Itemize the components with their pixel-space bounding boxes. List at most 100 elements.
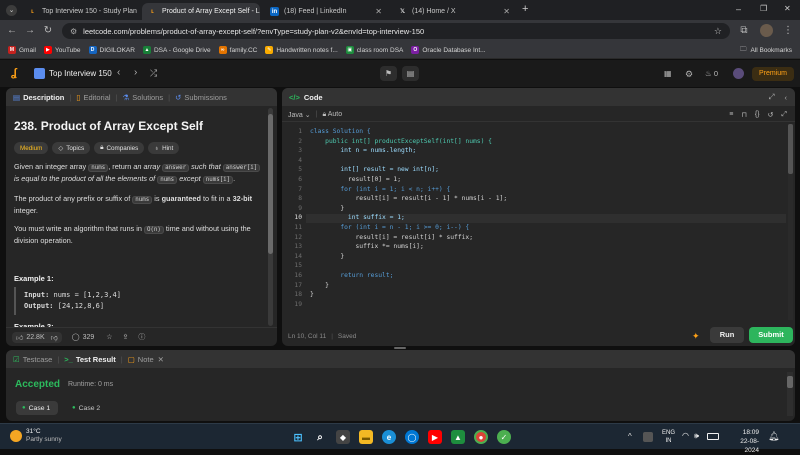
back-icon[interactable]: ← [6,25,18,37]
taskbar-search-icon[interactable]: ⌕ [313,430,327,444]
bookmark-classroom[interactable]: ▣class room DSA [346,46,404,54]
next-problem-icon[interactable]: › [134,67,137,79]
submit-button[interactable]: Submit [749,327,793,343]
edge-browser-icon[interactable]: e [382,430,396,444]
volume-icon[interactable]: 🕪︎ [694,431,699,441]
taskbar-app-icon[interactable]: ✓ [497,430,511,444]
close-note-icon[interactable]: ✕ [158,355,164,364]
tab-test-result[interactable]: >_Test Result [64,355,115,364]
settings-icon[interactable]: ⚙ [685,68,693,80]
close-window-button[interactable]: ✕ [784,4,791,13]
editor-scroll-thumb[interactable] [788,124,793,174]
user-avatar[interactable] [733,68,744,79]
all-bookmarks[interactable]: 🗀All Bookmarks [740,45,792,56]
braces-icon[interactable]: {} [755,111,760,118]
topics-tag[interactable]: ◇Topics [52,142,90,154]
bookmark-family[interactable]: ∞family.CC [219,46,258,54]
forward-icon[interactable]: → [24,25,36,37]
debug-button[interactable]: ⚑ [380,66,397,81]
problem-title[interactable]: 238. Product of Array Except Self [14,119,203,133]
extensions-icon[interactable]: ⧉ [738,25,750,37]
leetcode-logo[interactable]: ʆ [11,67,17,79]
horizontal-resize-handle[interactable] [394,347,406,349]
ai-assist-icon[interactable]: ✦ [692,331,700,342]
auto-mode-toggle[interactable]: 🔒︎ Auto [322,111,342,119]
run-button[interactable]: Run [710,327,744,343]
tab-solutions[interactable]: ⚗Solutions [123,93,164,102]
start-windows-icon[interactable]: ⊞ [291,430,305,444]
clock[interactable]: 18:09 22-08-2024 [727,428,759,455]
tab-note[interactable]: ▢Note ✕ [128,355,164,364]
description-scrollbar[interactable] [268,108,273,326]
streak-counter[interactable]: ♨ 0 [705,69,718,78]
result-scrollbar[interactable] [787,372,793,416]
tray-app-icon[interactable] [643,432,653,442]
minimize-button[interactable]: – [736,4,741,14]
taskbar-app-icon[interactable]: ◯ [405,430,419,444]
description-scroll-thumb[interactable] [268,114,273,254]
maximize-panel-icon[interactable]: ⤢ [769,92,775,102]
tab-description[interactable]: ▤Description [13,93,64,102]
fullscreen-icon[interactable]: ⤢ [781,111,787,119]
editor-scrollbar[interactable] [788,124,793,320]
browser-tab-study-plan[interactable]: ʟ Top Interview 150 - Study Plan ✕ [22,3,140,20]
tab-testcase[interactable]: ☑Testcase [13,355,52,364]
url-input[interactable]: ⚙ leetcode.com/problems/product-of-array… [62,23,730,39]
bookmark-star-icon[interactable]: ☆ [714,26,722,37]
new-tab-button[interactable]: + [522,3,528,15]
maximize-button[interactable]: ❐ [760,4,767,13]
thumbs-down-icon[interactable]: 👎︎ [51,333,58,342]
tab-search-icon[interactable]: ⌄ [6,5,17,16]
collapse-panel-icon[interactable]: ‹ [785,93,788,102]
system-tray-chevron-icon[interactable]: ^ [628,432,632,441]
browser-tab-x[interactable]: 𝕏 (14) Home / X ✕ [392,3,516,20]
wifi-icon[interactable]: ◠ [682,431,689,440]
browser-tab-problem[interactable]: ʟ Product of Array Except Self - L ✕ [142,3,260,20]
hint-tag[interactable]: ♁Hint [148,142,179,154]
tab-submissions[interactable]: ↺Submissions [175,93,227,102]
file-explorer-icon[interactable]: ▬ [359,430,373,444]
chrome-taskbar-icon[interactable]: ● [474,430,488,444]
notification-bell-icon[interactable]: 🔔︎ [768,431,779,442]
premium-button[interactable]: Premium [752,67,794,81]
bookmark-digilokar[interactable]: DDIGILOKAR [89,46,135,54]
code-editor[interactable]: 1 2 3 4 5 6 7 8 9 10 11 12 13 14 15 16 1… [282,124,787,324]
site-info-icon[interactable]: ⚙ [70,27,77,36]
like-button[interactable]: 👍︎22.8K 👎︎ [12,332,62,343]
weather-widget[interactable]: 31°C Partly sunny [10,428,62,444]
shuffle-icon[interactable]: ⤮ [150,67,157,79]
notes-button[interactable]: ▤ [402,66,419,81]
taskbar-app-icon[interactable]: ◆ [336,430,350,444]
close-tab-icon[interactable]: ✕ [371,7,382,16]
prev-problem-icon[interactable]: ‹ [117,67,120,79]
reload-icon[interactable]: ↻ [42,25,54,37]
bookmark-icon[interactable]: ⊓ [741,111,746,119]
result-scroll-thumb[interactable] [787,376,793,388]
language-indicator[interactable]: ENG IN [662,429,675,445]
browser-tab-linkedin[interactable]: in (18) Feed | LinkedIn ✕ [264,3,388,20]
bookmark-notes[interactable]: ✎Handwritten notes f... [265,46,337,54]
case-2-tab[interactable]: ●Case 2 [66,401,108,415]
reset-icon[interactable]: ↺ [768,111,774,119]
layout-icon[interactable]: ▦ [664,68,672,80]
youtube-taskbar-icon[interactable]: ▶ [428,430,442,444]
bookmark-youtube[interactable]: ▶YouTube [44,46,81,54]
comments-button[interactable]: ◯329 [72,333,95,341]
bookmark-oracle[interactable]: OOracle Database Int... [411,46,485,54]
profile-avatar[interactable] [760,24,773,37]
favorite-star-icon[interactable]: ☆ [106,333,112,341]
companies-tag[interactable]: 🔒︎Companies [94,142,144,154]
battery-icon[interactable] [707,433,719,440]
more-menu-icon[interactable]: ⋮ [782,25,794,37]
study-plan-title[interactable]: Top Interview 150 [49,69,112,78]
close-tab-icon[interactable]: ✕ [137,7,140,16]
share-icon[interactable]: ⇪ [123,333,129,341]
language-select[interactable]: Java ⌄ [288,111,311,119]
bookmark-dsa-drive[interactable]: ▲DSA - Google Drive [143,46,211,54]
case-1-tab[interactable]: ●Case 1 [16,401,58,415]
close-tab-icon[interactable]: ✕ [499,7,510,16]
help-icon[interactable]: ⓘ [138,332,145,342]
format-icon[interactable]: ≡ [729,111,733,118]
drive-taskbar-icon[interactable]: ▲ [451,430,465,444]
bookmark-gmail[interactable]: MGmail [8,46,36,54]
